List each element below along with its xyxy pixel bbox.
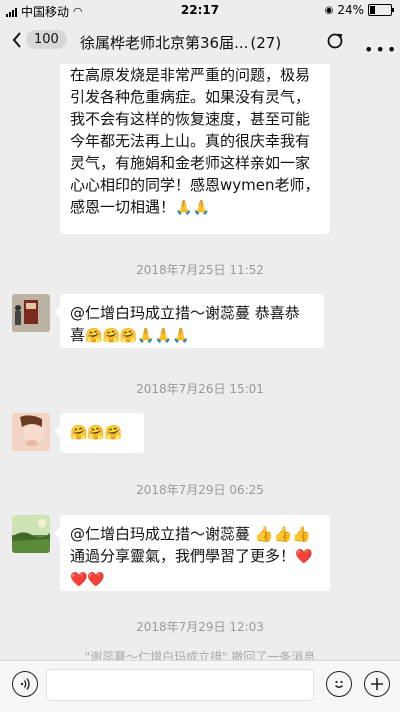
lock-rotation-icon: ◉ <box>324 4 334 16</box>
message-input[interactable] <box>46 669 314 701</box>
avatar-image <box>12 413 50 451</box>
voice-icon <box>20 678 30 690</box>
member-count: (27) <box>250 34 282 52</box>
plus-icon <box>371 678 383 690</box>
message-emoji: 🙏🙏 <box>175 200 210 216</box>
chat-area[interactable]: 在高原发烧是非常严重的问题，极易引发各种危重病症。如果没有灵气，我不会有这样的恢… <box>0 64 400 660</box>
avatar-image <box>12 515 50 553</box>
message-emoji: 🤗🤗🤗 <box>70 425 123 441</box>
chevron-left-icon <box>12 31 21 48</box>
group-name: 徐属桦老师北京第36届... <box>80 34 249 52</box>
timestamp: 2018年7月26日 15:01 <box>136 382 264 396</box>
timestamp: 2018年7月29日 06:25 <box>136 483 264 497</box>
refresh-icon <box>327 33 343 49</box>
back-button[interactable]: 100 <box>12 30 67 49</box>
timestamp: 2018年7月25日 11:52 <box>136 263 264 277</box>
more-button[interactable]: ••• <box>364 40 398 59</box>
avatar[interactable] <box>12 515 50 553</box>
message-emoji: 🤗🤗🤗🙏🙏🙏 <box>85 328 190 344</box>
message-bubble[interactable]: 🤗🤗🤗 <box>54 413 144 453</box>
avatar[interactable] <box>12 294 50 332</box>
chat-title: 徐属桦老师北京第36届... (27) <box>80 32 310 53</box>
avatar[interactable] <box>12 413 50 451</box>
timestamp: 2018年7月29日 12:03 <box>136 620 264 634</box>
more-actions-button[interactable] <box>364 671 390 697</box>
voice-call-button[interactable] <box>326 32 344 54</box>
battery-percent: 24% <box>337 3 364 17</box>
message-bubble[interactable]: 在高原发烧是非常严重的问题，极易引发各种危重病症。如果没有灵气，我不会有这样的恢… <box>60 64 330 234</box>
unread-count-badge: 100 <box>26 30 67 49</box>
message-text: 在高原发烧是非常严重的问题，极易引发各种危重病症。如果没有灵气，我不会有这样的恢… <box>70 66 320 216</box>
battery-icon <box>368 4 394 16</box>
emoji-button[interactable] <box>326 671 352 697</box>
more-icon: ••• <box>364 40 399 59</box>
status-bar: 中国移动 ◠ 22:17 ◉ 24% <box>0 0 400 20</box>
message-text: @仁增白玛成立措～谢蕊蔓 👍👍👍通過分享靈氣，我們學習了更多！ <box>70 525 311 565</box>
message-bubble[interactable]: @仁增白玛成立措～谢蕊蔓 恭喜恭喜🤗🤗🤗🙏🙏🙏 <box>54 294 324 348</box>
voice-toggle-button[interactable] <box>12 671 38 697</box>
message-bubble[interactable]: @仁增白玛成立措～谢蕊蔓 👍👍👍通過分享靈氣，我們學習了更多！❤️❤️❤️ <box>54 515 330 591</box>
emoji-icon <box>335 680 343 688</box>
recalled-notice: "谢蕊蔓～仁增白玛成立措" 撤回了一条消息 <box>84 650 316 660</box>
nav-bar: 100 徐属桦老师北京第36届... (27) ••• <box>0 20 400 64</box>
avatar-image <box>12 294 50 332</box>
input-bar <box>0 660 400 712</box>
status-right: ◉ 24% <box>324 3 394 17</box>
